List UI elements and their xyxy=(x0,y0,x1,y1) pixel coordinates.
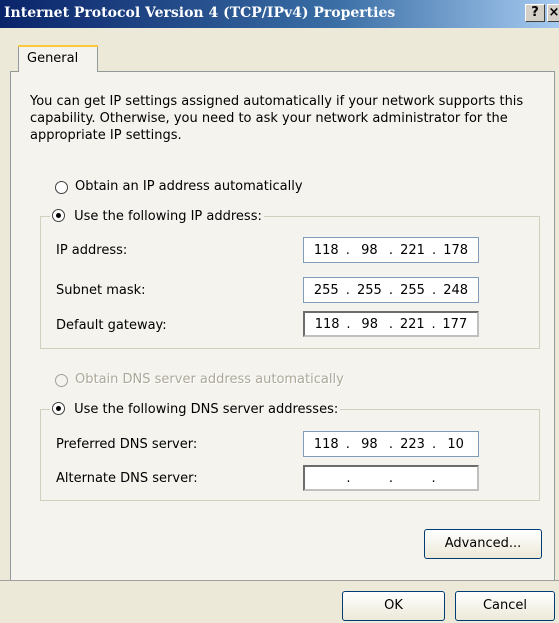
alternate-dns-field[interactable]: . . . xyxy=(303,465,479,491)
dns-manual-radio[interactable] xyxy=(52,402,65,415)
description-text: You can get IP settings assigned automat… xyxy=(30,94,524,143)
preferred-dns-label: Preferred DNS server: xyxy=(56,437,198,452)
tab-active-indicator xyxy=(18,45,98,47)
ip-manual-label: Use the following IP address: xyxy=(74,209,262,224)
ip-auto-label: Obtain an IP address automatically xyxy=(75,179,303,194)
window-title: Internet Protocol Version 4 (TCP/IPv4) P… xyxy=(4,5,396,21)
subnet-mask-field[interactable]: 255. 255. 255. 248 xyxy=(303,277,479,303)
dns-manual-option: Use the following DNS server addresses: xyxy=(50,400,341,417)
title-bar: Internet Protocol Version 4 (TCP/IPv4) P… xyxy=(0,0,559,28)
dns-auto-label: Obtain DNS server address automatically xyxy=(75,372,344,387)
close-button[interactable]: × xyxy=(547,4,559,22)
alternate-dns-label: Alternate DNS server: xyxy=(56,471,198,486)
ip-manual-radio[interactable] xyxy=(52,209,65,222)
dns-manual-label: Use the following DNS server addresses: xyxy=(74,402,339,417)
ok-button[interactable]: OK xyxy=(342,591,445,621)
ip-auto-radio[interactable] xyxy=(55,181,68,194)
advanced-button[interactable]: Advanced... xyxy=(424,529,542,559)
ip-address-field[interactable]: 118. 98. 221. 178 xyxy=(303,237,479,263)
dns-auto-radio[interactable] xyxy=(55,374,68,387)
default-gateway-field[interactable]: 118. 98. 221. 177 xyxy=(303,311,479,337)
preferred-dns-field[interactable]: 118. 98. 223. 10 xyxy=(303,431,479,457)
default-gateway-label: Default gateway: xyxy=(56,318,167,333)
tab-general[interactable]: General xyxy=(18,45,98,72)
ip-manual-option: Use the following IP address: xyxy=(50,207,264,224)
footer-divider xyxy=(0,580,559,581)
help-button[interactable]: ? xyxy=(525,4,545,22)
subnet-mask-label: Subnet mask: xyxy=(56,283,146,298)
cancel-button[interactable]: Cancel xyxy=(455,591,555,621)
ip-address-label: IP address: xyxy=(56,243,128,258)
